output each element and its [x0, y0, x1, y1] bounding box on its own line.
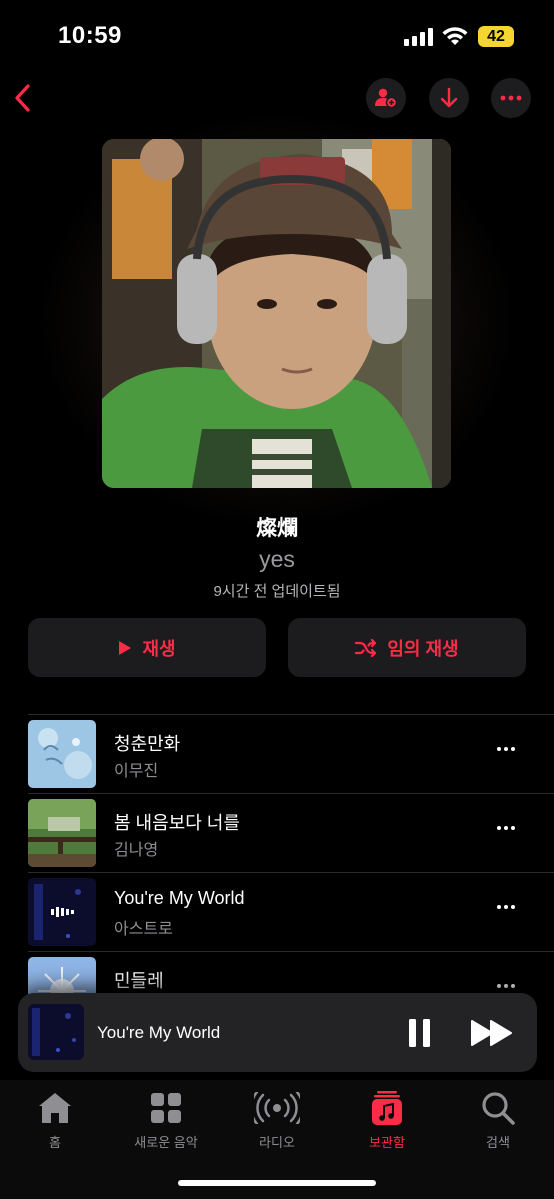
song-artist: 김나영	[114, 842, 159, 859]
add-collaborator-button[interactable]	[366, 78, 406, 118]
cellular-signal-icon	[404, 28, 434, 46]
now-playing-title: You're My World	[97, 1023, 221, 1042]
playlist-updated-time: 9시간 전 업데이트됨	[213, 583, 341, 600]
library-icon	[372, 1091, 402, 1125]
song-title: 민들레	[114, 971, 164, 991]
pause-icon[interactable]	[407, 1018, 433, 1048]
tab-bar: 홈 새로운 음악 라디오 보관함 검색	[0, 1080, 554, 1199]
song-artwork	[28, 720, 96, 788]
download-button[interactable]	[429, 78, 469, 118]
song-row[interactable]: 봄 내음보다 너를 김나영	[0, 793, 554, 872]
more-options-button[interactable]	[491, 78, 531, 118]
tab-label: 라디오	[259, 1135, 295, 1150]
battery-indicator: 42	[478, 26, 514, 47]
song-more-icon[interactable]	[497, 747, 515, 751]
play-button-label: 재생	[142, 638, 176, 659]
shuffle-button[interactable]: 임의 재생	[288, 618, 526, 677]
grid-icon	[151, 1093, 181, 1123]
tab-label: 보관함	[369, 1135, 405, 1150]
mini-player[interactable]: You're My World	[18, 993, 537, 1072]
back-button[interactable]	[8, 80, 38, 116]
tab-label: 검색	[486, 1135, 510, 1150]
tab-label: 홈	[49, 1135, 61, 1150]
song-more-icon[interactable]	[497, 984, 515, 988]
play-icon	[119, 640, 132, 655]
song-row[interactable]: You're My World 아스트로	[0, 872, 554, 951]
shuffle-button-label: 임의 재생	[387, 638, 459, 659]
shuffle-icon	[355, 638, 377, 657]
tab-library[interactable]: 보관함	[332, 1090, 442, 1151]
playlist-cover-art	[102, 139, 451, 488]
song-more-icon[interactable]	[497, 905, 515, 909]
status-time: 10:59	[58, 22, 122, 49]
more-icon	[500, 95, 522, 101]
song-artist: 아스트로	[114, 921, 173, 938]
song-title: 청춘만화	[114, 734, 181, 754]
tab-label: 새로운 음악	[134, 1135, 198, 1150]
song-more-icon[interactable]	[497, 826, 515, 830]
playlist-title: 燦爛	[256, 517, 298, 540]
tab-search[interactable]: 검색	[443, 1090, 553, 1151]
play-button[interactable]: 재생	[28, 618, 266, 677]
home-indicator[interactable]	[178, 1180, 376, 1186]
tab-home[interactable]: 홈	[0, 1090, 110, 1151]
playlist-curator[interactable]: yes	[0, 546, 554, 573]
song-row[interactable]: 청춘만화 이무진	[0, 714, 554, 793]
tab-radio[interactable]: 라디오	[222, 1090, 332, 1151]
home-icon	[39, 1093, 71, 1123]
now-playing-artwork	[28, 1004, 84, 1060]
radio-icon	[254, 1092, 300, 1124]
wifi-icon	[442, 27, 468, 45]
song-title: You're My World	[114, 888, 245, 908]
song-title: 봄 내음보다 너를	[114, 813, 240, 833]
song-artwork	[28, 799, 96, 867]
tab-new-music[interactable]: 새로운 음악	[111, 1090, 221, 1151]
forward-icon[interactable]	[470, 1019, 514, 1047]
person-add-icon	[375, 88, 397, 108]
song-artwork	[28, 878, 96, 946]
search-icon	[482, 1092, 515, 1125]
song-artist: 이무진	[114, 763, 159, 780]
download-icon	[440, 87, 458, 108]
chevron-left-icon	[15, 84, 30, 112]
